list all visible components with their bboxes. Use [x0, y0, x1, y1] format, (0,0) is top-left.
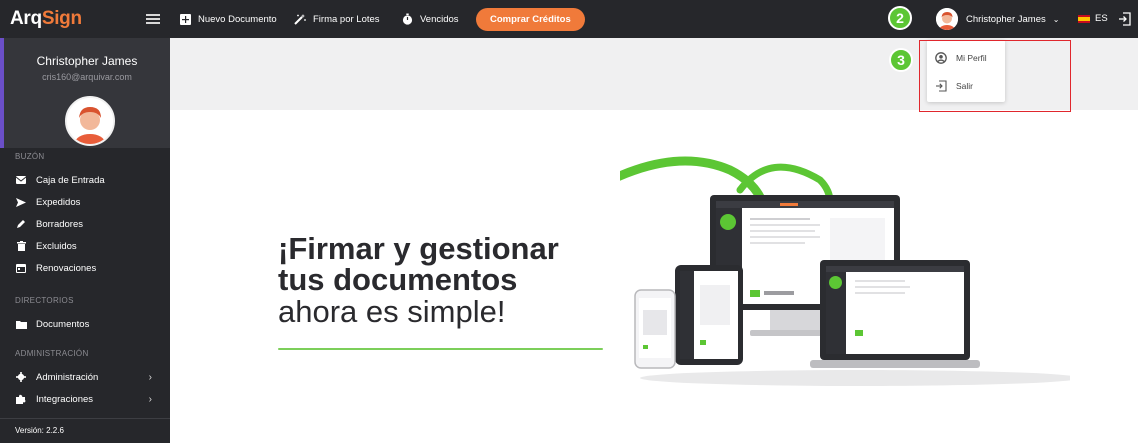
section-title-directorios: DIRECTORIOS [15, 296, 74, 305]
spain-flag-icon [1078, 14, 1090, 23]
calendar-icon [15, 262, 27, 274]
avatar[interactable] [65, 96, 115, 146]
sidebar-item-expedidos[interactable]: Expedidos [0, 191, 170, 213]
buy-credits-button[interactable]: Comprar Créditos [476, 8, 585, 31]
annotation-badge-2: 2 [888, 6, 912, 30]
hero-heading-line-3: ahora es simple! [278, 294, 506, 329]
sidebar-item-integraciones[interactable]: Integraciones › [0, 388, 170, 410]
sidebar: ArqSign Christopher James cris160@arquiv… [0, 0, 170, 443]
sidebar-item-borradores[interactable]: Borradores [0, 213, 170, 235]
puzzle-icon [15, 393, 27, 405]
language-selector[interactable]: ES [1078, 13, 1108, 24]
logout-icon [935, 80, 947, 92]
sidebar-user-card: Christopher James cris160@arquivar.com [0, 38, 170, 148]
section-title-administracion: ADMINISTRACIÓN [15, 349, 89, 358]
sidebar-user-name: Christopher James [36, 54, 138, 68]
sidebar-item-renovaciones[interactable]: Renovaciones [0, 257, 170, 279]
chevron-down-icon: ⌄ [1052, 14, 1060, 24]
avatar [936, 8, 958, 30]
topbar: Nuevo Documento Firma por Lotes Vencidos… [170, 0, 1138, 38]
sidebar-item-documentos[interactable]: Documentos [0, 313, 170, 335]
trash-icon [15, 240, 27, 252]
annotation-badge-3: 3 [889, 48, 913, 72]
version-label: Versión: 2.2.6 [15, 426, 64, 435]
sidebar-item-administracion[interactable]: Administración › [0, 366, 170, 388]
sidebar-user-email: cris160@arquivar.com [42, 72, 132, 82]
user-circle-icon [935, 52, 947, 64]
chevron-right-icon: › [148, 393, 152, 405]
user-menu-toggle[interactable]: Christopher James ⌄ [936, 8, 1059, 30]
user-dropdown-menu: Mi Perfil Salir [927, 40, 1005, 102]
stopwatch-icon [401, 13, 413, 25]
expired-button[interactable]: Vencidos [401, 13, 459, 25]
arqsign-logo[interactable]: ArqSign [10, 8, 82, 30]
devices-illustration [555, 150, 1080, 395]
user-menu-name: Christopher James [966, 13, 1046, 25]
language-label: ES [1095, 13, 1108, 24]
batch-sign-button[interactable]: Firma por Lotes [294, 13, 380, 25]
chevron-right-icon: › [148, 371, 152, 383]
sidebar-logo-bar: ArqSign [0, 0, 170, 38]
dropdown-item-profile[interactable]: Mi Perfil [927, 44, 1005, 72]
envelope-icon [15, 174, 27, 186]
plus-square-icon [179, 13, 191, 25]
sidebar-item-caja-de-entrada[interactable]: Caja de Entrada [0, 169, 170, 191]
pencil-icon [15, 218, 27, 230]
dropdown-item-logout[interactable]: Salir [927, 72, 1005, 100]
menu-toggle-icon[interactable] [146, 14, 160, 24]
new-document-button[interactable]: Nuevo Documento [179, 13, 277, 25]
send-icon [15, 196, 27, 208]
hero-underline [278, 348, 603, 350]
folder-icon [15, 318, 27, 330]
gear-icon [15, 371, 27, 383]
logout-icon[interactable] [1118, 12, 1132, 26]
section-title-buzon: BUZÓN [15, 152, 45, 161]
hero-heading-line-2: tus documentos [278, 262, 518, 297]
sidebar-item-excluidos[interactable]: Excluidos [0, 235, 170, 257]
sidebar-divider [0, 418, 170, 419]
magic-wand-icon [294, 13, 306, 25]
